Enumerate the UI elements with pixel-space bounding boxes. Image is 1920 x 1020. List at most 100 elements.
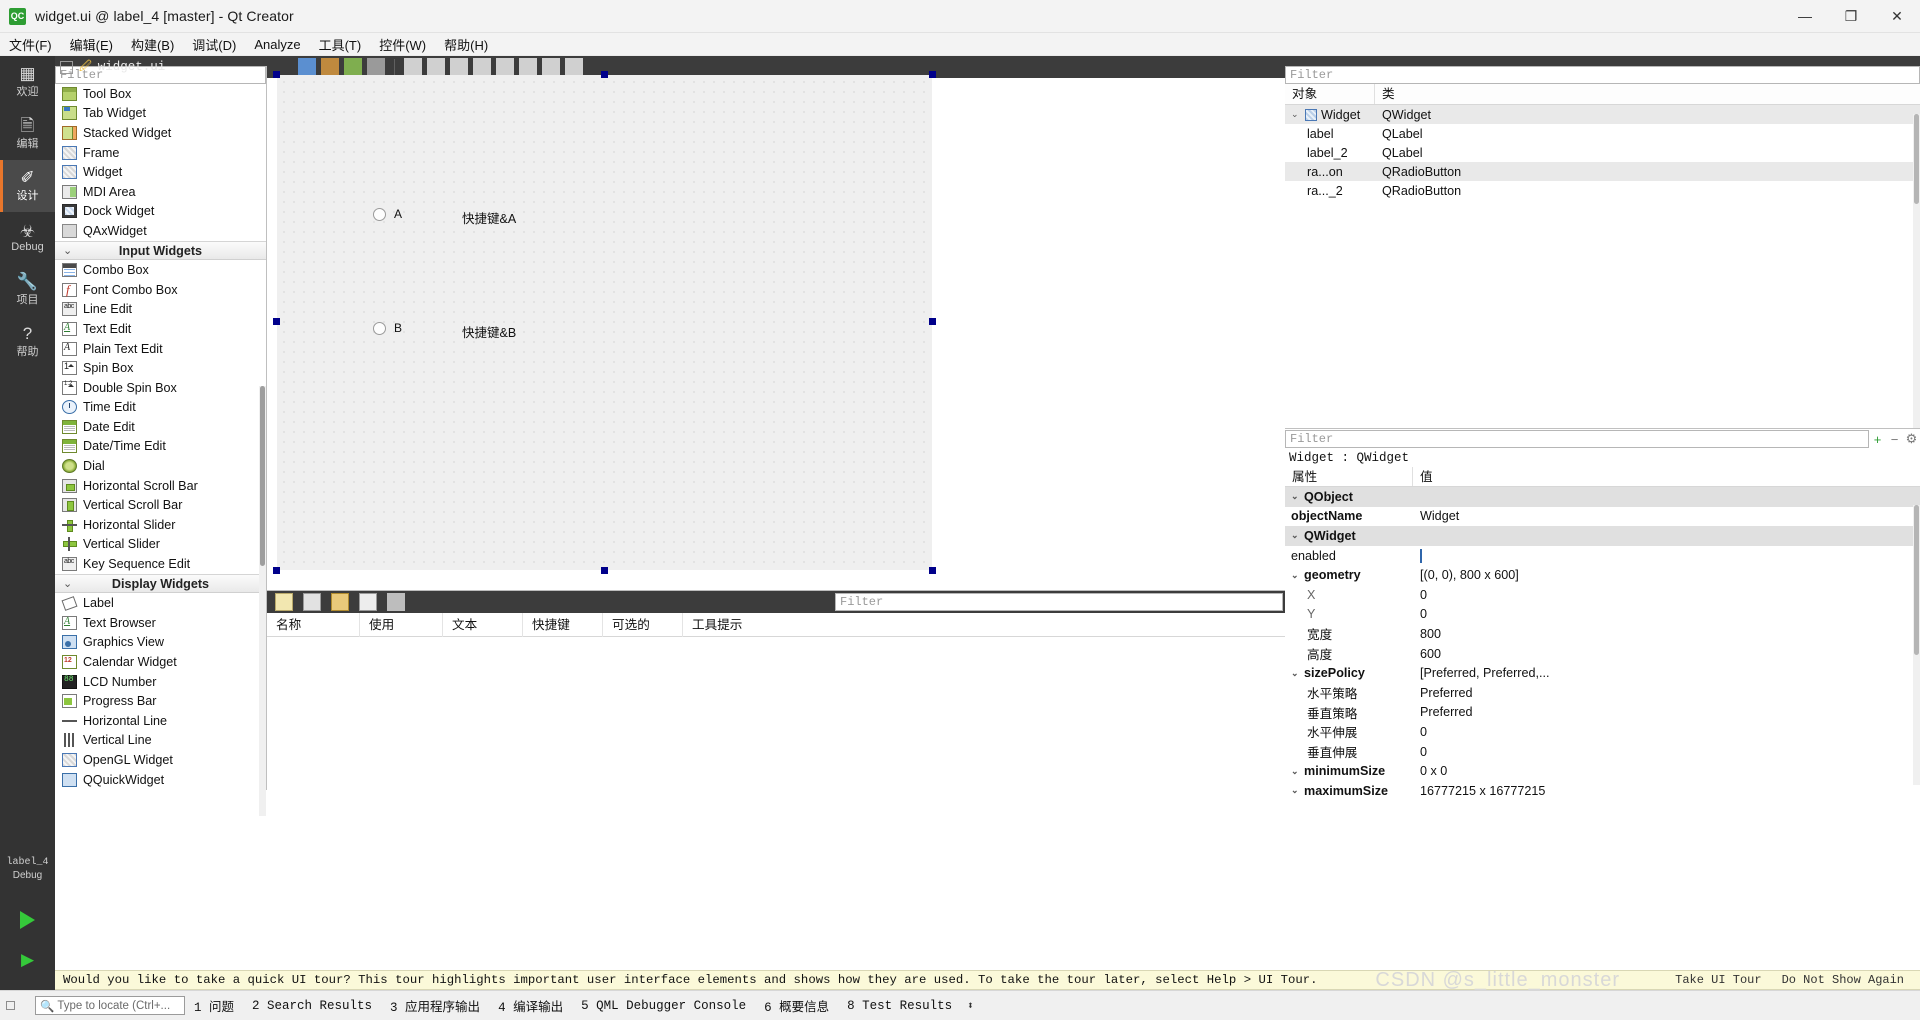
locator-input[interactable]: 🔍 Type to locate (Ctrl+...	[35, 996, 185, 1015]
mode-design[interactable]: ✐ 设计	[0, 160, 55, 212]
property-value[interactable]: Widget	[1413, 509, 1603, 523]
mode-help[interactable]: ? 帮助	[0, 316, 55, 368]
column-used[interactable]: 使用	[360, 612, 443, 637]
property-row[interactable]: objectName Widget	[1285, 507, 1920, 527]
property-value[interactable]: 16777215 x 16777215	[1413, 784, 1603, 798]
take-ui-tour-button[interactable]: Take UI Tour	[1669, 972, 1767, 988]
menu-widgets[interactable]: 控件(W)	[370, 33, 435, 56]
resize-handle-bottom[interactable]	[601, 567, 608, 574]
mode-edit[interactable]: 🗎 编辑	[0, 108, 55, 160]
property-row[interactable]: enabled	[1285, 546, 1920, 566]
widget-item-stacked-widget[interactable]: Stacked Widget	[55, 123, 266, 143]
object-inspector-tree[interactable]: ⌄ Widget QWidget label QLabel label_2 QLabel ra…	[1285, 105, 1920, 200]
widget-item-label[interactable]: Label	[55, 593, 266, 613]
widget-item-qaxwidget[interactable]: QAxWidget	[55, 221, 266, 241]
property-value[interactable]: 800	[1413, 627, 1603, 641]
widget-item-text-edit[interactable]: Text Edit	[55, 319, 266, 339]
column-name[interactable]: 名称	[267, 612, 360, 637]
widget-item-horizontal-slider[interactable]: Horizontal Slider	[55, 515, 266, 535]
widget-item-graphics-view[interactable]: Graphics View	[55, 633, 266, 653]
property-row[interactable]: ⌄ sizePolicy [Preferred, Preferred,...	[1285, 663, 1920, 683]
property-row[interactable]: 垂直策略 Preferred	[1285, 703, 1920, 723]
radio-button-a[interactable]: A	[373, 207, 402, 221]
layout-form-icon[interactable]	[519, 58, 537, 76]
remove-property-icon[interactable]: −	[1886, 431, 1903, 448]
property-value[interactable]: 0 x 0	[1413, 764, 1603, 778]
widget-item-text-browser[interactable]: Text Browser	[55, 613, 266, 633]
widget-item-line-edit[interactable]: Line Edit	[55, 300, 266, 320]
resize-handle-top-left[interactable]	[273, 71, 280, 78]
property-row[interactable]: 水平策略 Preferred	[1285, 683, 1920, 703]
column-tooltip[interactable]: 工具提示	[683, 613, 863, 637]
resize-handle-right[interactable]	[929, 318, 936, 325]
property-row[interactable]: ⌄ geometry [(0, 0), 800 x 600]	[1285, 565, 1920, 585]
close-icon[interactable]: ✕	[1874, 0, 1920, 33]
column-property[interactable]: 属性	[1285, 467, 1413, 486]
widget-item-combo-box[interactable]: Combo Box	[55, 260, 266, 280]
property-value[interactable]: 0	[1413, 725, 1603, 739]
widget-box-scrollbar[interactable]	[259, 386, 266, 816]
object-inspector-row[interactable]: label_2 QLabel	[1285, 143, 1920, 162]
configure-property-icon[interactable]: ⚙	[1903, 431, 1920, 448]
property-editor-filter-input[interactable]: Filter	[1285, 430, 1869, 448]
property-row[interactable]: ⌄ maximumSize 16777215 x 16777215	[1285, 781, 1920, 801]
widget-item-key-sequence-edit[interactable]: Key Sequence Edit	[55, 554, 266, 574]
property-value[interactable]: [(0, 0), 800 x 600]	[1413, 568, 1603, 582]
widget-item-horizontal-line[interactable]: Horizontal Line	[55, 711, 266, 731]
status-item-qml-debugger[interactable]: 5 QML Debugger Console	[572, 999, 755, 1013]
property-row[interactable]: X0	[1285, 585, 1920, 605]
property-value[interactable]: Preferred	[1413, 705, 1603, 719]
property-row[interactable]: 水平伸展 0	[1285, 722, 1920, 742]
object-inspector-row[interactable]: ra...on QRadioButton	[1285, 162, 1920, 181]
widget-group-display-widgets[interactable]: ⌄ Display Widgets	[55, 573, 266, 594]
layout-grid-icon[interactable]	[496, 58, 514, 76]
property-list[interactable]: ⌄QObjectobjectNameWidget⌄QWidgetenabled⌄…	[1285, 487, 1920, 801]
object-inspector-row[interactable]: ra..._2 QRadioButton	[1285, 181, 1920, 200]
column-text[interactable]: 文本	[443, 612, 523, 637]
widget-item-spin-box[interactable]: Spin Box	[55, 358, 266, 378]
widget-item-dock-widget[interactable]: Dock Widget	[55, 202, 266, 222]
mode-debug[interactable]: ☣ Debug	[0, 212, 55, 264]
paste-action-icon[interactable]	[331, 593, 349, 611]
property-row[interactable]: 宽度 800	[1285, 624, 1920, 644]
action-editor-filter-input[interactable]: Filter	[835, 593, 1283, 611]
chevron-down-icon[interactable]: ⌄	[1291, 570, 1301, 581]
edit-widgets-icon[interactable]	[298, 58, 316, 76]
mode-welcome[interactable]: ▦ 欢迎	[0, 56, 55, 108]
property-row[interactable]: 高度 600	[1285, 644, 1920, 664]
widget-item-mdi-area[interactable]: MDI Area	[55, 182, 266, 202]
resize-handle-bottom-right[interactable]	[929, 567, 936, 574]
configure-icon[interactable]	[387, 593, 405, 611]
widget-item-date-edit[interactable]: Date Edit	[55, 417, 266, 437]
property-row[interactable]: ⌄ QWidget	[1285, 526, 1920, 546]
resize-handle-top-right[interactable]	[929, 71, 936, 78]
widget-item-double-spin-box[interactable]: Double Spin Box	[55, 378, 266, 398]
output-pane-toggle-icon[interactable]: ⬍	[961, 999, 974, 1013]
object-inspector-filter-input[interactable]: Filter	[1285, 66, 1920, 84]
chevron-down-icon[interactable]: ⌄	[1291, 766, 1301, 777]
mode-projects[interactable]: 🔧 项目	[0, 264, 55, 316]
copy-action-icon[interactable]	[303, 593, 321, 611]
chevron-down-icon[interactable]: ⌄	[1291, 109, 1301, 120]
widget-item-frame[interactable]: Frame	[55, 143, 266, 163]
label-shortcut-a[interactable]: 快捷键&A	[462, 208, 516, 227]
column-shortcut[interactable]: 快捷键	[523, 612, 603, 637]
widget-item-lcd-number[interactable]: LCD Number	[55, 672, 266, 692]
edit-tab-order-icon[interactable]	[367, 58, 385, 76]
status-item-test-results[interactable]: 8 Test Results	[838, 999, 961, 1013]
status-item-overview[interactable]: 6 概要信息	[755, 996, 838, 1015]
label-shortcut-b[interactable]: 快捷键&B	[462, 322, 516, 341]
enabled-checkbox[interactable]	[1420, 548, 1422, 563]
new-action-icon[interactable]	[275, 593, 293, 611]
object-inspector-row[interactable]: label QLabel	[1285, 124, 1920, 143]
column-object[interactable]: 对象	[1285, 84, 1375, 104]
layout-splitter-h-icon[interactable]	[450, 58, 468, 76]
property-row[interactable]: 垂直伸展 0	[1285, 742, 1920, 762]
property-editor-scrollbar[interactable]	[1913, 505, 1920, 785]
run-button[interactable]	[0, 900, 55, 940]
property-value[interactable]: 0	[1413, 745, 1603, 759]
property-row[interactable]: ⌄ QObject	[1285, 487, 1920, 507]
menu-file[interactable]: 文件(F)	[0, 33, 61, 56]
chevron-down-icon[interactable]: ⌄	[1291, 668, 1301, 679]
chevron-down-icon[interactable]: ⌄	[1291, 785, 1301, 796]
